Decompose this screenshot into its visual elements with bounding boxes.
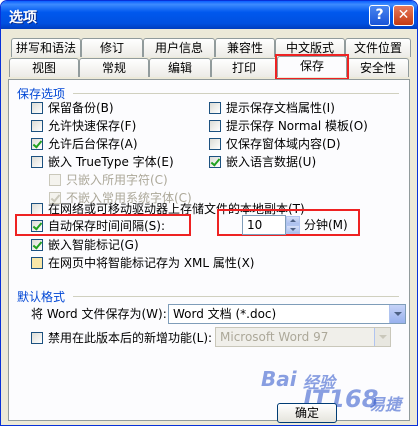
checkbox-box[interactable] [209, 138, 221, 150]
save-as-dropdown[interactable]: Word 文档 (*.doc) [168, 304, 406, 324]
tab-row-1: 拼写和语法 修订 用户信息 兼容性 中文版式 文件位置 [1, 38, 417, 57]
tab-row-2: 视图 常规 编辑 打印 保存 安全性 [1, 56, 417, 77]
title-bar[interactable]: 选项 ? ✕ [1, 1, 417, 29]
prompt-normal-template-label: 提示保存 Normal 模板(O) [226, 119, 368, 133]
spin-down-icon[interactable] [286, 225, 300, 234]
options-dialog: 选项 ? ✕ 拼写和语法 修订 用户信息 兼容性 中文版式 文件位置 视图 常规… [0, 0, 418, 426]
checkbox-box[interactable] [31, 138, 43, 150]
spin-up-icon[interactable] [286, 216, 300, 225]
default-format-group-title: 默认格式 [17, 290, 66, 304]
group-divider [73, 296, 399, 297]
tab-security[interactable]: 安全性 [347, 58, 409, 77]
tab-file-locations[interactable]: 文件位置 [345, 38, 411, 57]
background-save-label: 允许后台保存(A) [48, 137, 138, 151]
keep-backup-label: 保留备份(B) [48, 101, 114, 115]
tab-spelling-grammar[interactable]: 拼写和语法 [11, 38, 81, 57]
checkbox-box[interactable] [209, 156, 221, 168]
tab-user-info[interactable]: 用户信息 [143, 38, 215, 57]
watermark-extra: 易捷 [369, 395, 402, 414]
checkbox-box[interactable] [31, 102, 43, 114]
checkbox-box[interactable] [209, 102, 221, 114]
checkbox-box[interactable] [31, 156, 43, 168]
chevron-down-icon[interactable] [389, 305, 405, 323]
tab-view[interactable]: 视图 [9, 58, 79, 77]
xml-smart-tags-label: 在网页中将智能标记存为 XML 属性(X) [48, 256, 255, 270]
fast-save-label: 允许快速保存(F) [48, 119, 137, 133]
save-as-label: 将 Word 文件保存为(W): [31, 307, 167, 321]
tab-print[interactable]: 打印 [211, 58, 277, 77]
close-button[interactable]: ✕ [393, 5, 414, 26]
checkbox-box[interactable] [31, 257, 43, 269]
checkbox-box[interactable] [31, 220, 43, 232]
embed-used-chars-label: 只嵌入所用字符(C) [66, 173, 168, 187]
checkbox-box[interactable] [31, 239, 43, 251]
highlight-save-tab [275, 54, 349, 80]
embed-truetype-label: 嵌入 TrueType 字体(E) [48, 155, 174, 169]
dialog-title: 选项 [9, 10, 37, 26]
tab-compatibility[interactable]: 兼容性 [215, 38, 275, 57]
minutes-spinner[interactable] [286, 216, 300, 234]
save-as-value: Word 文档 (*.doc) [173, 307, 277, 321]
checkbox-box [49, 174, 61, 186]
group-divider [73, 93, 399, 94]
tab-edit[interactable]: 编辑 [149, 58, 211, 77]
prompt-doc-props-label: 提示保存文档属性(I) [226, 101, 335, 115]
checkbox-box[interactable] [31, 120, 43, 132]
minutes-unit-label: 分钟(M) [304, 218, 348, 232]
embed-smart-tags-label: 嵌入智能标记(G) [48, 238, 139, 252]
checkbox-box[interactable] [209, 120, 221, 132]
tab-track-changes[interactable]: 修订 [81, 38, 143, 57]
autosave-minutes-input[interactable]: 10 [242, 215, 286, 235]
disable-features-label: 禁用在此版本后的新增功能(L): [48, 331, 213, 345]
autosave-label: 自动保存时间间隔(S): [48, 219, 166, 233]
disable-features-value: Microsoft Word 97 [220, 330, 329, 344]
disable-features-dropdown: Microsoft Word 97 [215, 327, 391, 347]
watermark-brand: Bai [261, 367, 297, 391]
ok-button[interactable]: 确定 [277, 403, 337, 423]
tab-general[interactable]: 常规 [79, 58, 149, 77]
embed-language-data-label: 嵌入语言数据(U) [226, 155, 317, 169]
help-button[interactable]: ? [369, 5, 390, 26]
chevron-down-icon [374, 328, 390, 346]
checkbox-box[interactable] [31, 332, 43, 344]
form-data-only-label: 仅保存窗体域内容(D) [226, 137, 341, 151]
